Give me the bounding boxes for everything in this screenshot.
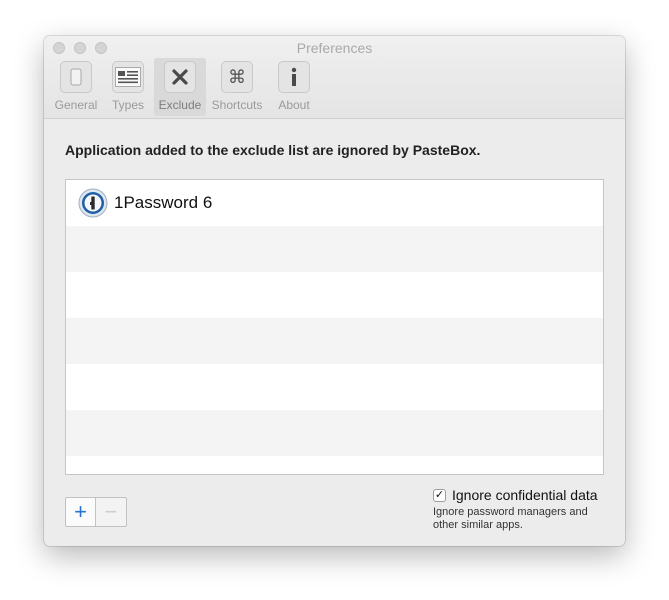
empty-row bbox=[66, 410, 603, 456]
tab-about[interactable]: About bbox=[268, 58, 320, 116]
command-key-icon: ⌘ bbox=[221, 61, 253, 93]
tab-general[interactable]: General bbox=[50, 58, 102, 116]
title-bar: Preferences General Types Exclude ⌘ Shor… bbox=[44, 36, 625, 119]
ignore-confidential-checkbox[interactable]: ✓ bbox=[433, 488, 446, 502]
ignore-confidential-help: Ignore password managers and other simil… bbox=[433, 506, 588, 531]
list-item[interactable]: 1Password 6 bbox=[66, 180, 603, 226]
preferences-toolbar: General Types Exclude ⌘ Shortcuts About bbox=[50, 58, 320, 116]
command-glyph: ⌘ bbox=[228, 66, 246, 87]
empty-row bbox=[66, 272, 603, 318]
list-edit-buttons: + − bbox=[65, 497, 127, 527]
empty-row bbox=[66, 226, 603, 272]
tab-types[interactable]: Types bbox=[102, 58, 154, 116]
tab-exclude[interactable]: Exclude bbox=[154, 58, 206, 116]
info-icon bbox=[278, 61, 310, 93]
window-title: Preferences bbox=[296, 40, 373, 56]
ignore-confidential-option: ✓ Ignore confidential data Ignore passwo… bbox=[433, 487, 608, 532]
ignore-confidential-row[interactable]: ✓ Ignore confidential data bbox=[433, 487, 608, 503]
preferences-window: Preferences General Types Exclude ⌘ Shor… bbox=[44, 36, 625, 546]
tab-shortcuts[interactable]: ⌘ Shortcuts bbox=[206, 58, 268, 116]
list-icon bbox=[112, 61, 144, 93]
app-name: 1Password 6 bbox=[114, 193, 213, 212]
add-app-button[interactable]: + bbox=[65, 497, 96, 527]
x-icon bbox=[164, 61, 196, 93]
remove-app-button[interactable]: − bbox=[96, 497, 127, 527]
tab-shortcuts-label: Shortcuts bbox=[211, 98, 263, 112]
empty-row bbox=[66, 456, 603, 474]
phone-icon bbox=[60, 61, 92, 93]
empty-row bbox=[66, 364, 603, 410]
empty-row bbox=[66, 318, 603, 364]
ignore-confidential-label[interactable]: Ignore confidential data bbox=[452, 487, 598, 503]
tab-about-label: About bbox=[278, 98, 310, 112]
tab-types-label: Types bbox=[111, 98, 144, 112]
exclude-description: Application added to the exclude list ar… bbox=[65, 142, 481, 158]
excluded-apps-list[interactable]: 1Password 6 bbox=[65, 179, 604, 475]
tab-exclude-label: Exclude bbox=[158, 98, 202, 112]
1password-icon bbox=[78, 188, 108, 218]
tab-general-label: General bbox=[54, 98, 98, 112]
